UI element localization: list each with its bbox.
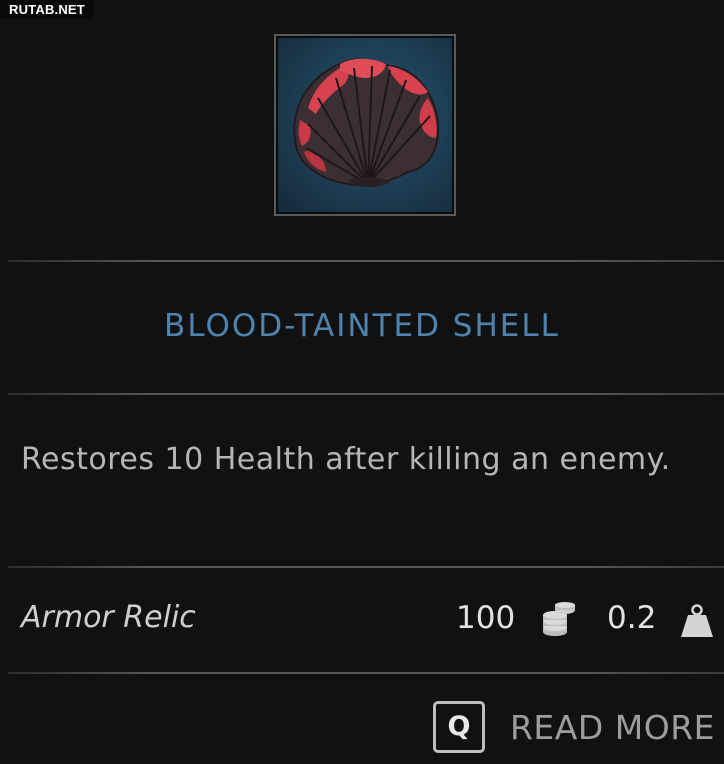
divider-description	[8, 566, 724, 568]
divider-top	[8, 260, 724, 262]
item-description: Restores 10 Health after killing an enem…	[21, 442, 671, 477]
weight-value: 0.2	[607, 600, 657, 636]
gold-value: 100	[456, 600, 516, 636]
item-type: Armor Relic	[21, 600, 196, 635]
divider-stats	[8, 672, 724, 674]
read-more-key[interactable]: Q	[433, 701, 485, 753]
coin-stack-icon	[543, 602, 575, 636]
item-name: BLOOD-TAINTED SHELL	[164, 308, 560, 344]
divider-title	[8, 393, 724, 395]
watermark: RUTAB.NET	[0, 0, 94, 19]
scallop-shell-icon	[293, 58, 440, 188]
item-icon-frame	[274, 34, 456, 216]
weight-icon	[681, 604, 713, 637]
read-more-button[interactable]: READ MORE	[510, 708, 715, 747]
